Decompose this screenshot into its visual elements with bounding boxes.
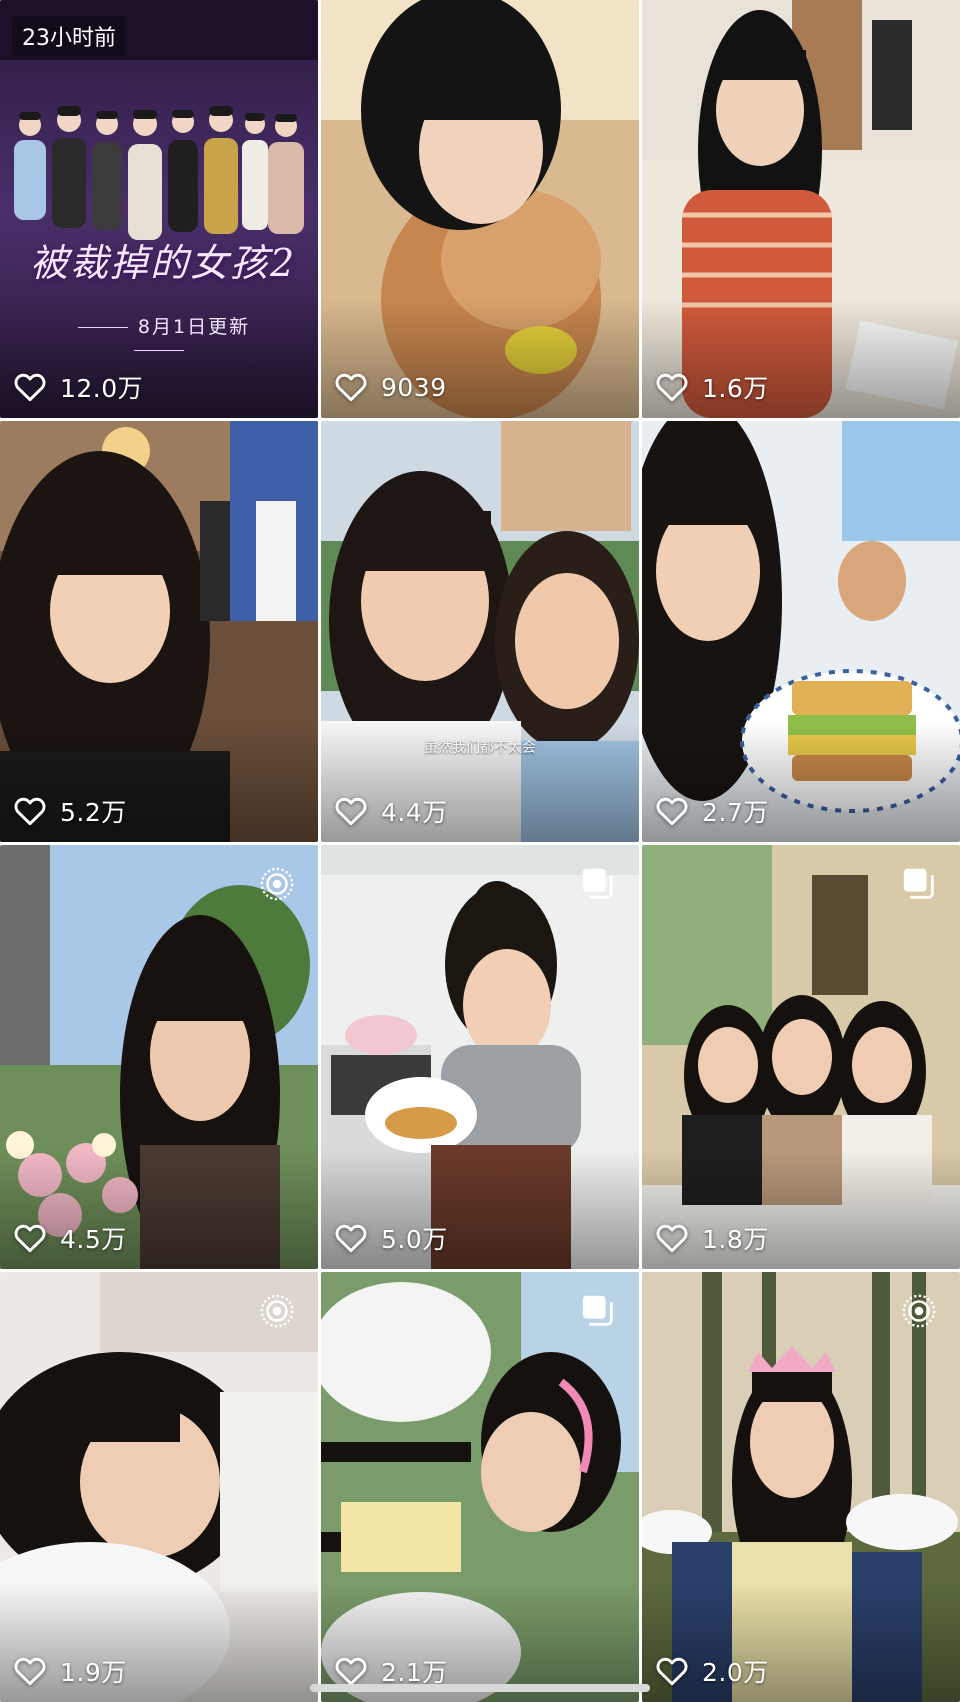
home-indicator[interactable] (310, 1684, 650, 1692)
heart-icon (14, 1657, 46, 1686)
post-tile-9[interactable]: 1.8万 (642, 845, 960, 1269)
post-tile-11[interactable]: 2.1万 (321, 1272, 639, 1702)
like-count: 2.0万 (656, 1654, 769, 1688)
like-count: 2.7万 (656, 794, 769, 828)
post-tile-6[interactable]: 2.7万 (642, 421, 960, 842)
like-count-value: 4.4万 (381, 798, 448, 827)
like-count-value: 2.0万 (702, 1658, 769, 1687)
like-count: 5.2万 (14, 794, 127, 828)
post-tile-3[interactable]: 1.6万 (642, 0, 960, 418)
post-tile-8[interactable]: 5.0万 (321, 845, 639, 1269)
like-count-value: 12.0万 (60, 374, 144, 403)
live-photo-icon (260, 1294, 294, 1328)
live-photo-icon (902, 1294, 936, 1328)
heart-icon (656, 373, 688, 402)
heart-icon (335, 373, 367, 402)
like-count-value: 5.0万 (381, 1225, 448, 1254)
heart-icon (656, 1657, 688, 1686)
poster-subtitle: 8月1日更新 (40, 312, 278, 361)
like-count-value: 4.5万 (60, 1225, 127, 1254)
like-count-value: 1.8万 (702, 1225, 769, 1254)
post-grid: 23小时前 被裁掉的女孩2 8月1日更新 12.0万 9039 1.6万 5.2… (0, 0, 960, 1702)
gallery-icon (582, 868, 613, 899)
heart-icon (335, 1657, 367, 1686)
like-count-value: 1.9万 (60, 1658, 127, 1687)
like-count-value: 5.2万 (60, 798, 127, 827)
post-tile-4[interactable]: 5.2万 (0, 421, 318, 842)
heart-icon (14, 1224, 46, 1253)
heart-icon (656, 797, 688, 826)
like-count-value: 9039 (381, 372, 447, 402)
like-count: 5.0万 (335, 1221, 448, 1255)
post-tile-10[interactable]: 1.9万 (0, 1272, 318, 1702)
post-tile-1[interactable]: 23小时前 被裁掉的女孩2 8月1日更新 12.0万 (0, 0, 318, 418)
like-count-value: 1.6万 (702, 374, 769, 403)
like-count: 1.9万 (14, 1654, 127, 1688)
like-count: 9039 (335, 370, 447, 404)
post-tile-5[interactable]: 虽然我们都不太会 4.4万 (321, 421, 639, 842)
heart-icon (14, 797, 46, 826)
live-photo-icon (260, 867, 294, 901)
gallery-icon (903, 868, 934, 899)
post-tile-7[interactable]: 4.5万 (0, 845, 318, 1269)
heart-icon (656, 1224, 688, 1253)
like-count: 1.6万 (656, 370, 769, 404)
heart-icon (335, 1224, 367, 1253)
poster-title: 被裁掉的女孩2 (30, 241, 297, 285)
heart-icon (14, 373, 46, 402)
post-time-badge: 23小时前 (12, 16, 126, 56)
like-count: 12.0万 (14, 370, 143, 404)
heart-icon (335, 797, 367, 826)
like-count: 1.8万 (656, 1221, 769, 1255)
post-tile-2[interactable]: 9039 (321, 0, 639, 418)
like-count: 4.5万 (14, 1221, 127, 1255)
like-count-value: 2.7万 (702, 798, 769, 827)
post-tile-12[interactable]: 2.0万 (642, 1272, 960, 1702)
gallery-icon (582, 1295, 613, 1326)
video-caption: 虽然我们都不太会 (424, 740, 536, 756)
like-count: 2.1万 (335, 1654, 448, 1688)
like-count: 4.4万 (335, 794, 448, 828)
